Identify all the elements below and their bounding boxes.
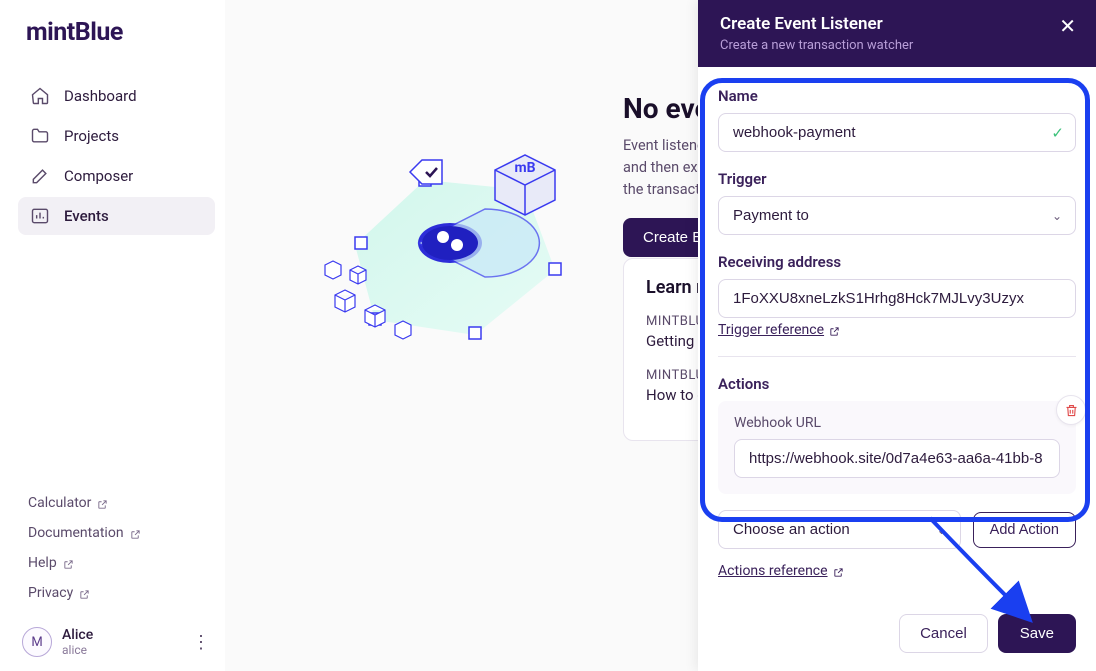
external-link-icon [97, 498, 108, 509]
sidebar-item-composer[interactable]: Composer [18, 157, 215, 195]
chart-icon [30, 206, 50, 226]
external-link-icon [63, 558, 74, 569]
svg-text:mB: mB [514, 160, 535, 176]
link-label: Documentation [28, 525, 124, 541]
events-illustration: mB [295, 95, 615, 375]
receiving-address-label: Receiving address [718, 253, 1076, 271]
webhook-url-input[interactable] [734, 439, 1060, 478]
actions-label: Actions [718, 375, 1076, 393]
sidebar-item-dashboard[interactable]: Dashboard [18, 77, 215, 115]
link-documentation[interactable]: Documentation [28, 525, 215, 541]
panel-footer: Cancel Save [698, 598, 1096, 671]
pencil-icon [30, 166, 50, 186]
sidebar-item-events[interactable]: Events [18, 197, 215, 235]
user-name: Alice [62, 627, 93, 643]
receiving-address-input[interactable] [718, 279, 1076, 318]
user-handle: alice [62, 643, 93, 657]
link-label: Trigger reference [718, 322, 824, 338]
actions-reference-link[interactable]: Actions reference [718, 563, 844, 579]
nav-label: Projects [64, 127, 119, 145]
sidebar: mintBlue Dashboard Projects Composer Eve… [0, 0, 225, 671]
home-icon [30, 86, 50, 106]
panel-header: Create Event Listener Create a new trans… [698, 0, 1096, 67]
sidebar-item-projects[interactable]: Projects [18, 117, 215, 155]
nav-label: Dashboard [64, 87, 137, 105]
panel-body: Name ✓ Trigger Payment to ⌄ Receiving ad… [698, 67, 1096, 598]
external-link-icon [130, 528, 141, 539]
brand-logo: mintBlue [26, 18, 215, 47]
link-label: Help [28, 555, 57, 571]
divider [718, 356, 1076, 357]
trigger-label: Trigger [718, 170, 1076, 188]
name-input[interactable] [718, 113, 1076, 152]
user-profile[interactable]: M Alice alice ⋮ [18, 627, 215, 657]
link-label: Privacy [28, 585, 73, 601]
choose-action-select[interactable]: Choose an action [718, 510, 961, 549]
user-labels: Alice alice [62, 627, 93, 657]
avatar: M [22, 627, 52, 657]
external-link-icon [829, 325, 840, 336]
sidebar-secondary-links: Calculator Documentation Help Privacy [18, 495, 215, 601]
link-label: Calculator [28, 495, 91, 511]
external-link-icon [833, 566, 844, 577]
action-block: Webhook URL [718, 401, 1076, 494]
trigger-select[interactable]: Payment to [718, 196, 1076, 235]
kebab-icon[interactable]: ⋮ [192, 632, 209, 653]
link-privacy[interactable]: Privacy [28, 585, 215, 601]
close-icon[interactable]: ✕ [1059, 16, 1076, 36]
trash-icon [1064, 403, 1079, 418]
cancel-button[interactable]: Cancel [899, 614, 988, 653]
panel-subtitle: Create a new transaction watcher [720, 38, 913, 53]
nav-label: Composer [64, 167, 133, 185]
link-calculator[interactable]: Calculator [28, 495, 215, 511]
external-link-icon [79, 588, 90, 599]
add-action-button[interactable]: Add Action [973, 512, 1076, 548]
delete-action-button[interactable] [1056, 395, 1086, 425]
checkmark-icon: ✓ [1051, 124, 1064, 142]
create-event-panel: Create Event Listener Create a new trans… [698, 0, 1096, 671]
folder-icon [30, 126, 50, 146]
save-button[interactable]: Save [998, 614, 1076, 653]
trigger-reference-link[interactable]: Trigger reference [718, 322, 840, 338]
webhook-url-label: Webhook URL [734, 415, 1060, 431]
name-label: Name [718, 87, 1076, 105]
primary-nav: Dashboard Projects Composer Events [18, 77, 215, 235]
link-help[interactable]: Help [28, 555, 215, 571]
nav-label: Events [64, 207, 109, 225]
link-label: Actions reference [718, 563, 828, 579]
panel-title: Create Event Listener [720, 14, 913, 34]
